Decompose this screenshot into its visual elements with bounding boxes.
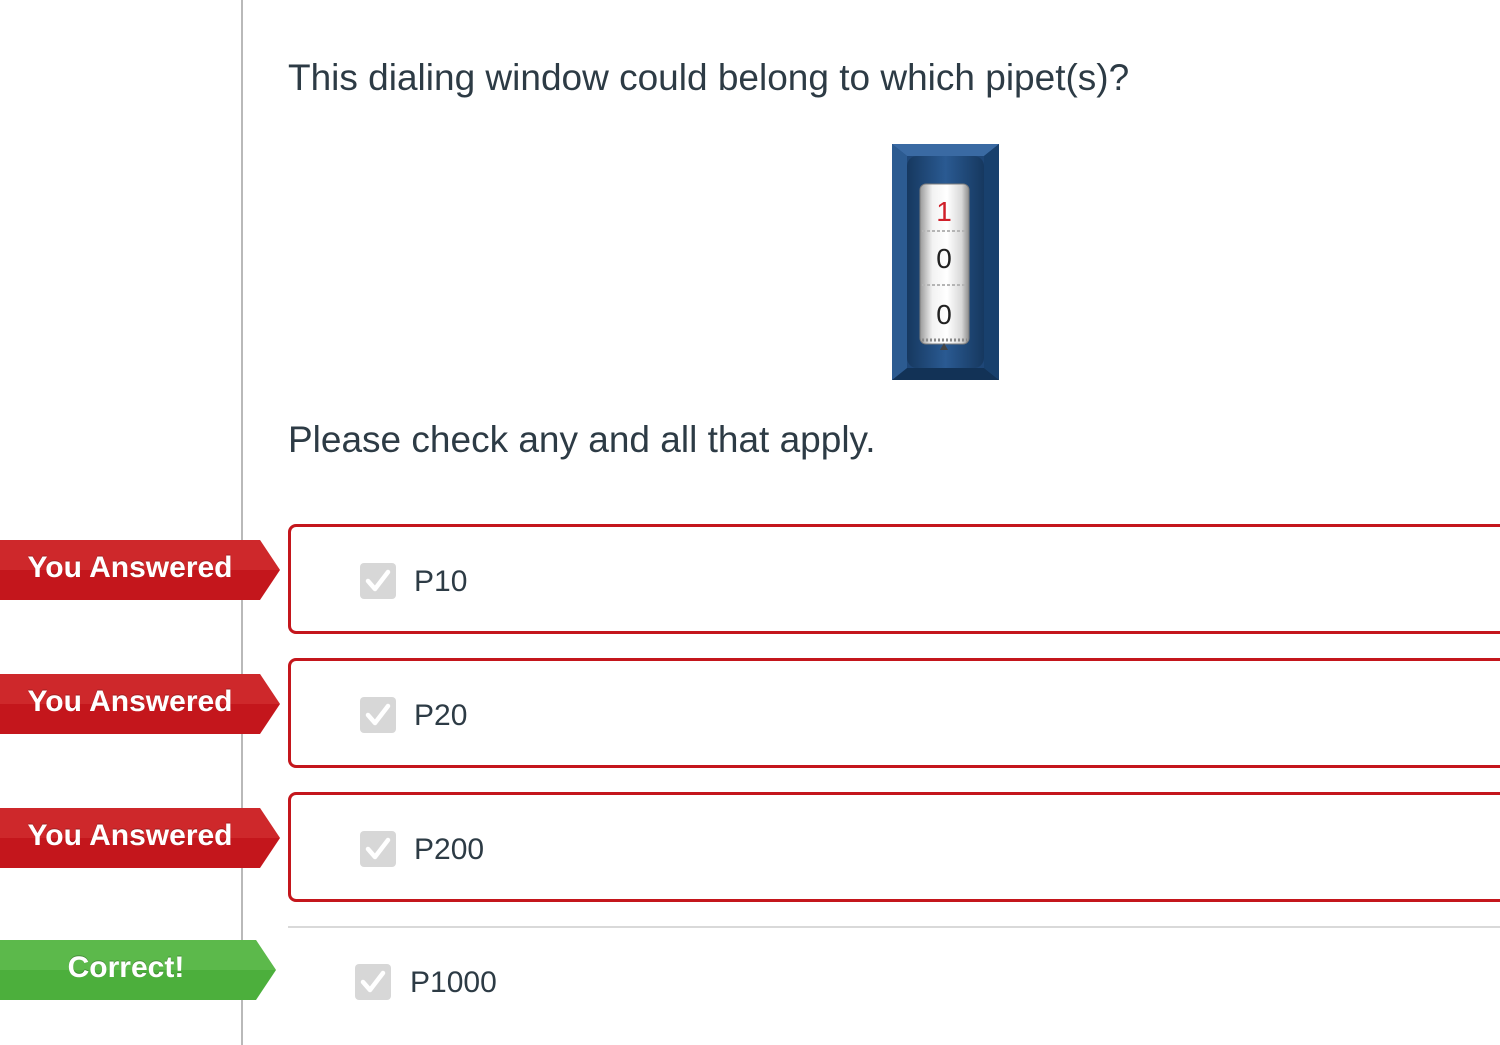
answer-option-p1000[interactable]: P1000 [288, 926, 1500, 1040]
dial-digit-1: 1 [936, 196, 952, 227]
answer-checkbox[interactable] [360, 831, 396, 867]
checkmark-icon [365, 837, 391, 860]
answer-label: P20 [414, 699, 468, 732]
answer-checkbox[interactable] [360, 563, 396, 599]
you-answered-flag: You Answered [0, 540, 282, 600]
question-prompt: This dialing window could belong to whic… [288, 57, 1130, 98]
dial-digit-2: 0 [936, 243, 952, 274]
checkmark-icon [360, 970, 386, 993]
question-instruction: Please check any and all that apply. [288, 419, 876, 460]
you-answered-flag: You Answered [0, 674, 282, 734]
pipet-dial-window-image: 1 0 0 [892, 144, 999, 380]
answer-option-p200[interactable]: P200 [288, 792, 1500, 902]
you-answered-flag: You Answered [0, 808, 282, 868]
answer-option-p20[interactable]: P20 [288, 658, 1500, 768]
checkmark-icon [365, 569, 391, 592]
left-margin-divider [241, 0, 243, 1045]
flag-label: You Answered [27, 685, 233, 718]
quiz-page: This dialing window could belong to whic… [0, 0, 1500, 1045]
answer-option-p10[interactable]: P10 [288, 524, 1500, 634]
correct-flag: Correct! [0, 940, 278, 1000]
answer-checkbox[interactable] [355, 964, 391, 1000]
answer-checkbox[interactable] [360, 697, 396, 733]
flag-label: Correct! [67, 951, 185, 984]
dial-digit-3: 0 [936, 299, 952, 330]
checkmark-icon [365, 703, 391, 726]
answer-label: P1000 [410, 966, 497, 999]
answer-label: P200 [414, 833, 485, 866]
flag-label: You Answered [27, 551, 233, 584]
flag-label: You Answered [27, 819, 233, 852]
answer-label: P10 [414, 565, 468, 598]
